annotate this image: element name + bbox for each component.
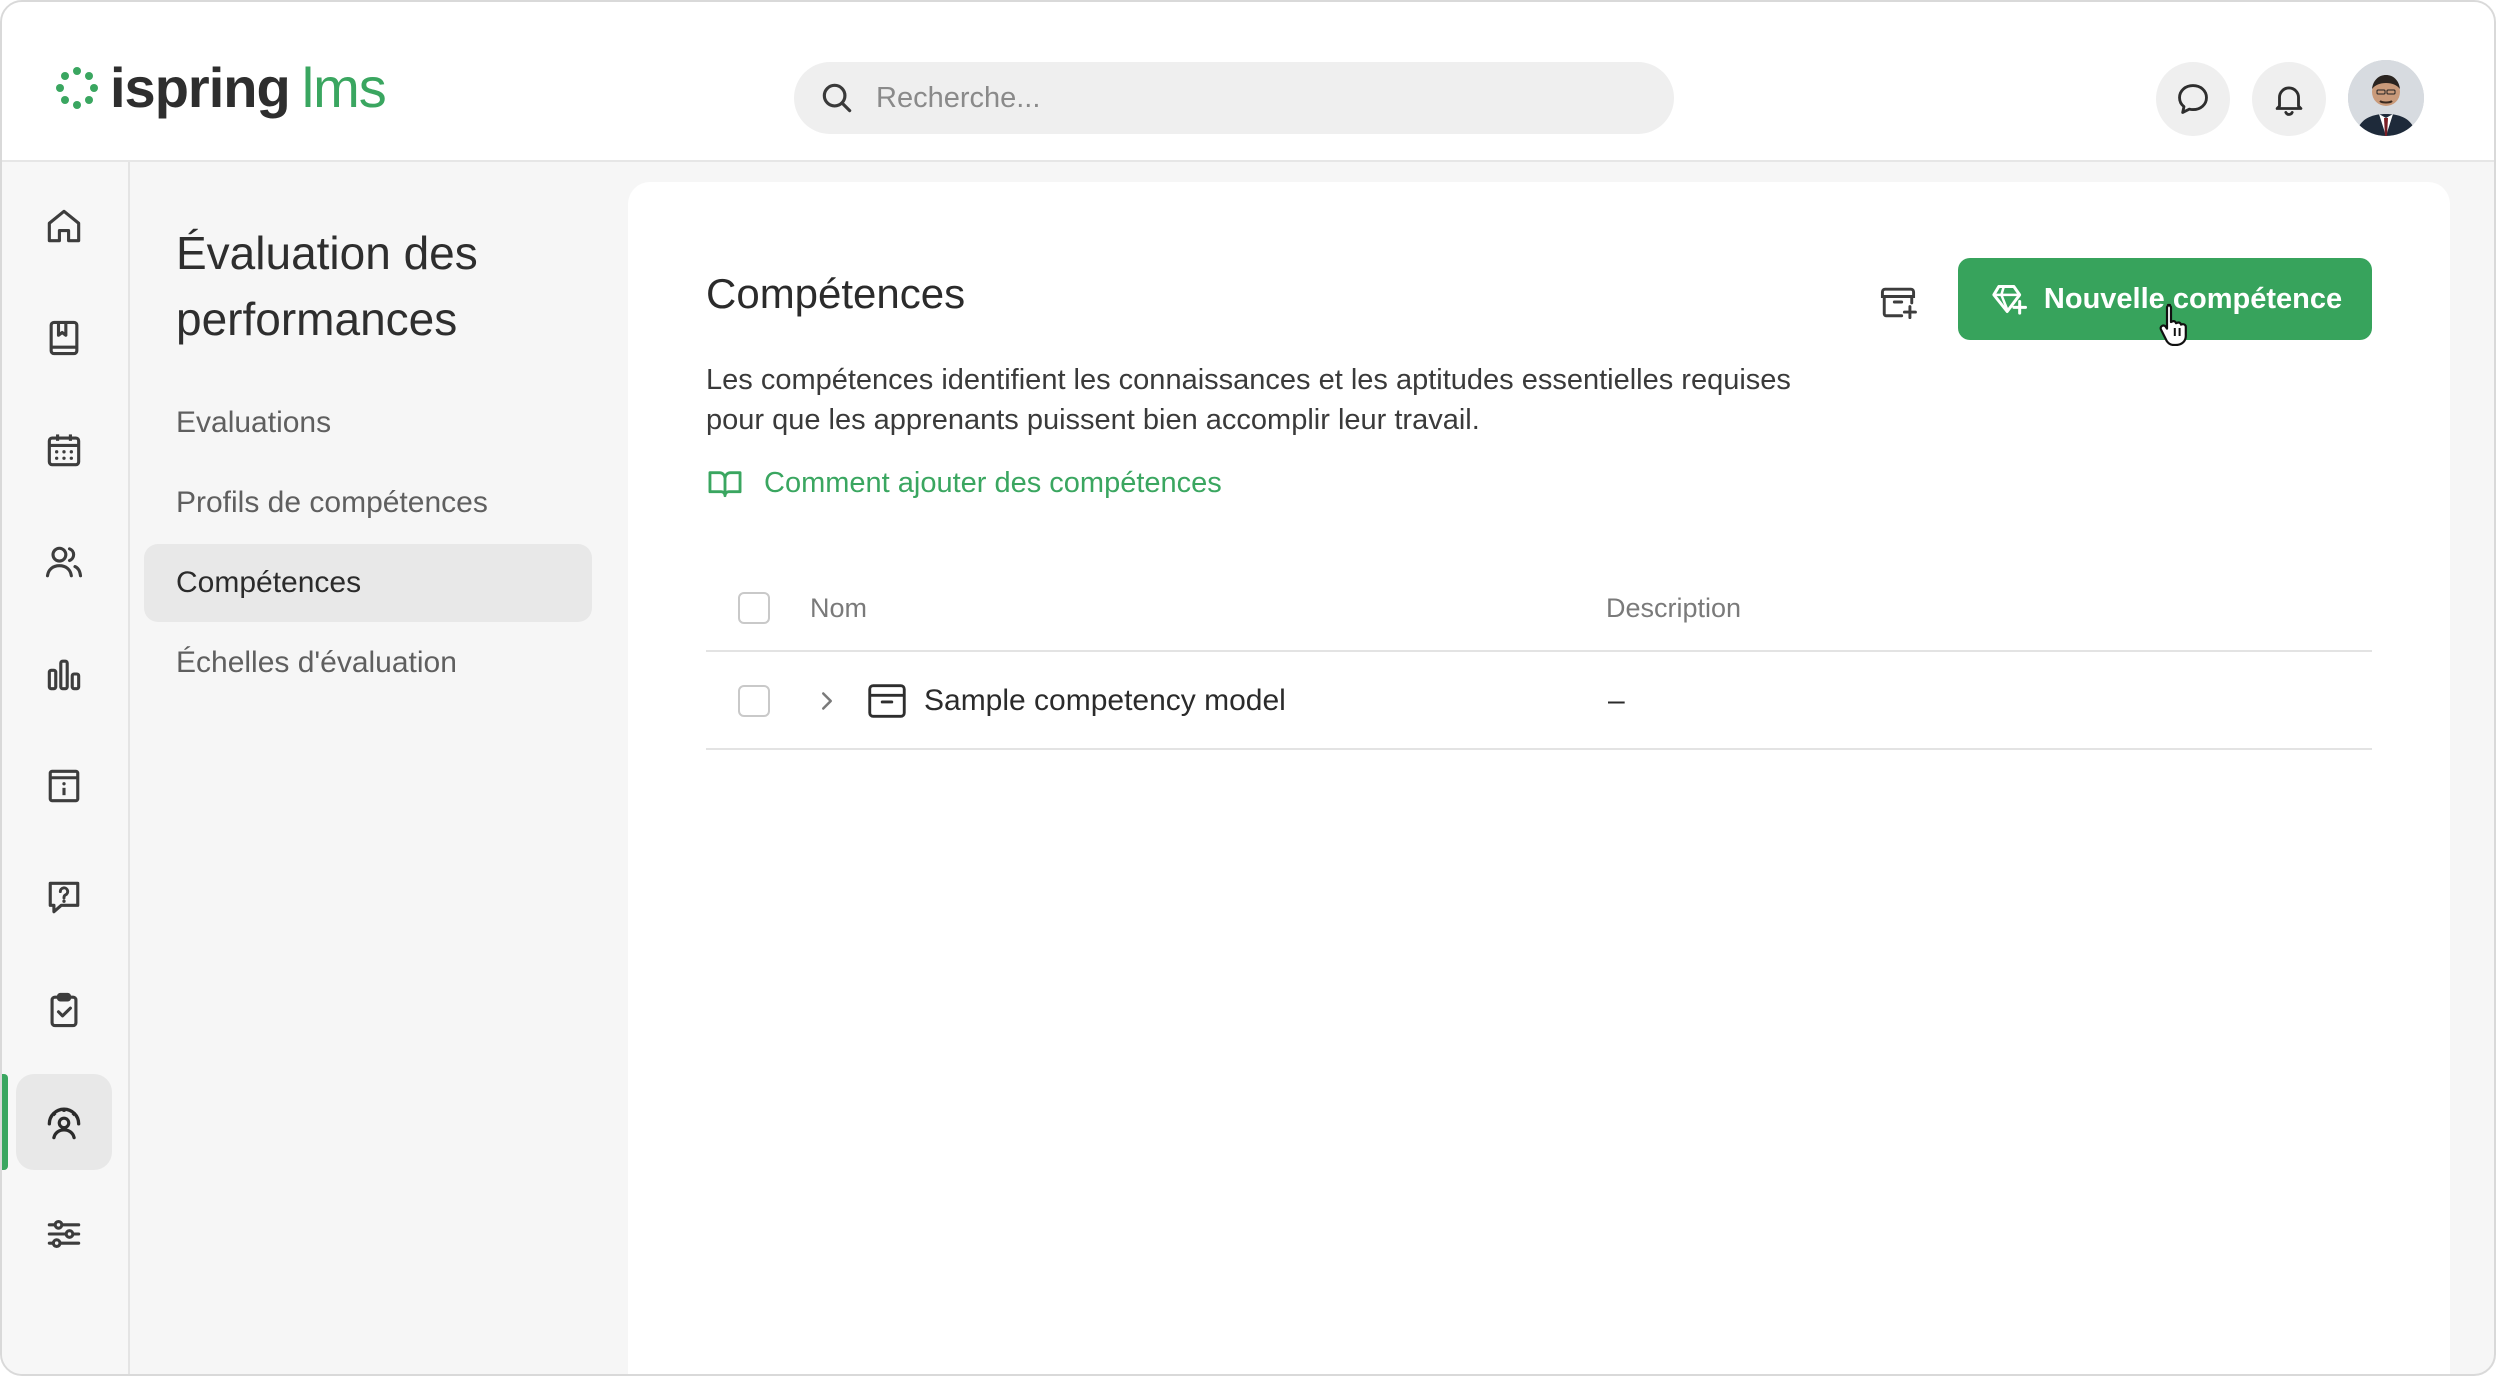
icon-rail: [2, 162, 130, 1374]
row-description: –: [1608, 684, 1625, 717]
rail-courses[interactable]: [16, 290, 112, 386]
chevron-right-icon[interactable]: [812, 686, 842, 716]
search-icon: [822, 83, 852, 113]
nav-item-competency-profiles[interactable]: Profils de compétences: [144, 464, 592, 542]
diamond-plus-icon: [1992, 285, 2027, 315]
logo-word-lms: lms: [301, 56, 387, 119]
row-checkbox[interactable]: [738, 685, 770, 717]
nav-item-competencies[interactable]: Compétences: [144, 544, 592, 622]
search-input[interactable]: [876, 81, 1636, 115]
sliders-icon: [47, 1219, 81, 1249]
rail-tasks[interactable]: [16, 962, 112, 1058]
chat-icon: [2178, 84, 2208, 114]
users-icon: [45, 546, 83, 578]
section-nav: Évaluation des performances Evaluations …: [130, 162, 628, 1374]
competencies-table: Nom Description Sample competency model …: [706, 564, 2372, 750]
help-link[interactable]: Comment ajouter des compétences: [706, 464, 1222, 502]
top-header: ispring lms: [2, 2, 2494, 162]
table-row[interactable]: Sample competency model –: [706, 652, 2372, 750]
logo-text: ispring lms: [110, 60, 387, 116]
new-competency-label: Nouvelle compétence: [2043, 282, 2343, 315]
page-description: Les compétences identifient les connaiss…: [706, 364, 1791, 436]
archive-box-icon: [868, 684, 906, 718]
performance-icon: [47, 1107, 81, 1140]
column-header-description: Description: [1606, 593, 1742, 623]
info-board-icon: [48, 769, 80, 803]
app-window: ispring lms Recherche... Évaluation des …: [0, 0, 2496, 1376]
search-bar[interactable]: [794, 62, 1674, 134]
help-link-label: Comment ajouter des compétences: [764, 466, 1222, 499]
logo-word-ispring: ispring: [110, 56, 291, 119]
main-panel: Compétences Nouvelle compétence Les comp…: [628, 182, 2450, 1374]
home-icon: [47, 209, 81, 243]
page-title: Compétences: [706, 270, 966, 317]
rail-calendar[interactable]: [16, 402, 112, 498]
rail-info[interactable]: [16, 738, 112, 834]
logo[interactable]: ispring lms: [52, 58, 387, 118]
rail-users[interactable]: [16, 514, 112, 610]
user-avatar[interactable]: [2348, 60, 2424, 136]
rail-performance[interactable]: [16, 1074, 112, 1170]
calendar-icon: [47, 434, 81, 467]
row-name[interactable]: Sample competency model: [924, 652, 1286, 750]
chat-button[interactable]: [2156, 62, 2230, 136]
column-header-name[interactable]: Nom: [810, 564, 867, 652]
open-book-icon: [708, 471, 742, 498]
folder-add-icon: [1880, 287, 1917, 320]
rail-reports[interactable]: [16, 626, 112, 722]
nav-item-rating-scales[interactable]: Échelles d'évaluation: [144, 624, 592, 702]
notifications-button[interactable]: [2252, 62, 2326, 136]
section-title: Évaluation des performances: [176, 227, 478, 345]
table-header: Nom Description: [706, 564, 2372, 652]
ispring-logo-icon: [56, 67, 98, 109]
hand-cursor-icon: [2159, 303, 2187, 346]
nav-item-evaluations[interactable]: Evaluations: [144, 384, 592, 462]
select-all-checkbox[interactable]: [738, 592, 770, 624]
question-icon: [48, 881, 80, 914]
rail-settings[interactable]: [16, 1186, 112, 1282]
active-rail-indicator: [2, 1074, 8, 1170]
avatar-portrait-icon: [2348, 60, 2424, 136]
rail-home[interactable]: [16, 178, 112, 274]
clipboard-check-icon: [50, 992, 78, 1028]
bell-icon: [2275, 86, 2303, 116]
rail-questions[interactable]: [16, 850, 112, 946]
new-folder-button[interactable]: [1868, 272, 1928, 332]
chart-icon: [47, 659, 81, 691]
book-icon: [49, 320, 79, 356]
